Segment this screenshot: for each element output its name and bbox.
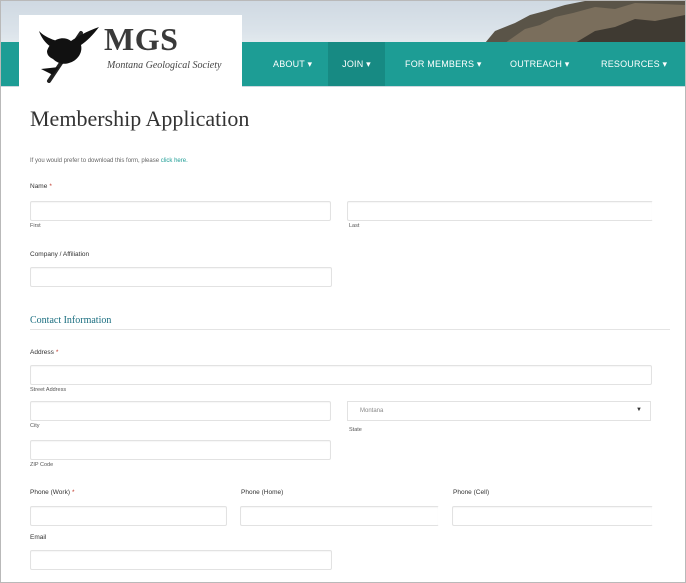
logo-subtitle: Montana Geological Society	[107, 60, 222, 71]
phone-work-label: Phone (Work) *	[30, 489, 75, 496]
page-title: Membership Application	[30, 106, 250, 131]
header-mountain-image	[485, 1, 685, 43]
browser-frame: ABOUT ▾ JOIN ▾ FOR MEMBERS ▾ OUTREACH ▾ …	[0, 0, 686, 583]
section-divider	[30, 329, 670, 330]
phone-home-label: Phone (Home)	[241, 489, 284, 496]
phone-cell-label: Phone (Cell)	[453, 489, 490, 496]
name-label-text: Name	[30, 183, 48, 190]
phone-work-label-text: Phone (Work)	[30, 489, 70, 496]
pickaxe-skull-icon	[39, 27, 99, 83]
required-mark: *	[71, 489, 75, 496]
street-address-input[interactable]	[30, 365, 652, 385]
first-name-sublabel: First	[30, 223, 41, 229]
nav-about[interactable]: ABOUT ▾	[273, 42, 312, 86]
company-input[interactable]	[30, 267, 332, 287]
dropdown-arrow-icon: ▼	[636, 407, 642, 413]
first-name-input[interactable]	[30, 201, 331, 221]
contact-section-heading: Contact Information	[30, 315, 112, 326]
state-select[interactable]: Montana ▼	[347, 401, 651, 421]
city-sublabel: City	[30, 423, 40, 429]
state-select-value: Montana	[360, 408, 384, 414]
last-name-input[interactable]	[347, 201, 653, 221]
download-form-link[interactable]: click here.	[161, 158, 188, 164]
zip-code-input[interactable]	[30, 440, 331, 460]
street-address-sublabel: Street Address	[30, 387, 67, 393]
address-label-text: Address	[30, 349, 54, 356]
required-mark: *	[49, 183, 52, 190]
nav-outreach[interactable]: OUTREACH ▾	[510, 42, 570, 86]
intro-text: If you would prefer to download this for…	[30, 158, 188, 164]
city-input[interactable]	[30, 401, 331, 421]
phone-cell-input[interactable]	[452, 506, 653, 526]
phone-home-input[interactable]	[240, 506, 439, 526]
address-label: Address *	[30, 349, 58, 356]
company-label: Company / Affiliation	[30, 251, 90, 258]
nav-for-members[interactable]: FOR MEMBERS ▾	[405, 42, 482, 86]
nav-resources[interactable]: RESOURCES ▾	[601, 42, 667, 86]
intro-text-label: If you would prefer to download this for…	[30, 158, 160, 164]
name-label: Name *	[30, 183, 52, 190]
phone-work-input[interactable]	[30, 506, 227, 526]
logo-title: MGS	[104, 21, 179, 57]
email-input[interactable]	[30, 550, 332, 570]
last-name-sublabel: Last	[349, 223, 360, 229]
zip-code-sublabel: ZIP Code	[30, 462, 54, 468]
nav-join[interactable]: JOIN ▾	[328, 42, 385, 86]
site-logo[interactable]: MGS Montana Geological Society	[19, 15, 242, 87]
required-mark: *	[55, 349, 59, 356]
state-sublabel: State	[349, 427, 362, 433]
email-label: Email	[30, 534, 47, 541]
